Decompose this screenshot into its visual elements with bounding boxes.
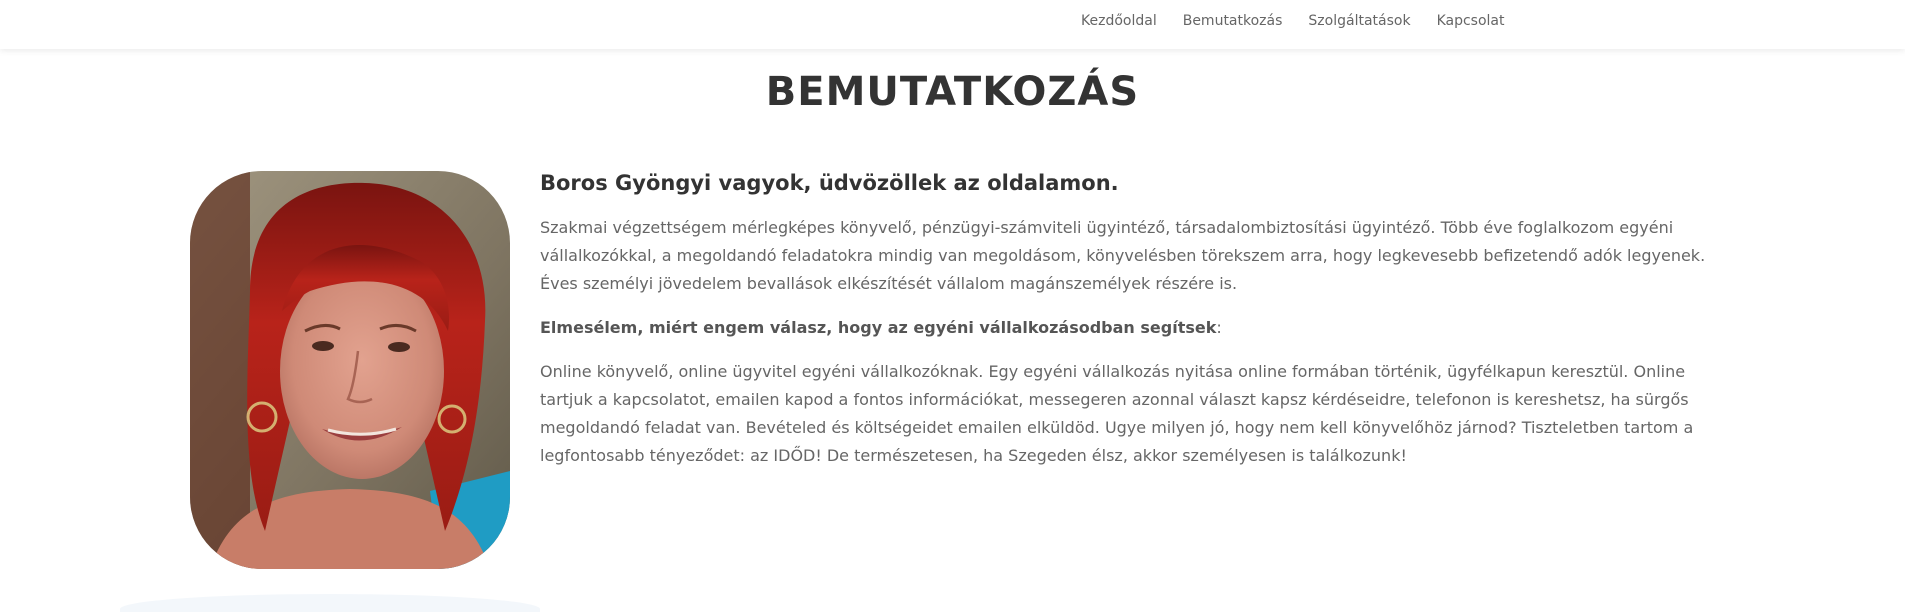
menu-item-szolgaltatasok[interactable]: Szolgáltatások <box>1308 13 1410 29</box>
top-navigation-bar: Kezdőoldal Bemutatkozás Szolgáltatások K… <box>0 0 1905 49</box>
menu-item-bemutatkozas[interactable]: Bemutatkozás <box>1183 13 1283 29</box>
intro-content: Boros Gyöngyi vagyok, üdvözöllek az olda… <box>540 168 1715 486</box>
decorative-divider <box>120 594 540 612</box>
menu-item-kapcsolat[interactable]: Kapcsolat <box>1437 13 1505 29</box>
why-choose-paragraph: Elmesélem, miért engem válasz, hogy az e… <box>540 314 1715 342</box>
main-menu: Kezdőoldal Bemutatkozás Szolgáltatások K… <box>1081 13 1504 29</box>
why-choose-colon: : <box>1216 318 1222 337</box>
profile-photo <box>190 171 510 569</box>
online-service-paragraph: Online könyvelő, online ügyvitel egyéni … <box>540 362 1694 465</box>
page-title: BEMUTATKOZÁS <box>765 69 1140 115</box>
qualification-paragraph: Szakmai végzettségem mérlegképes könyvel… <box>540 218 1706 293</box>
menu-item-kezdooldal[interactable]: Kezdőoldal <box>1081 13 1157 29</box>
why-choose-bold-text: Elmesélem, miért engem válasz, hogy az e… <box>540 318 1217 337</box>
intro-heading: Boros Gyöngyi vagyok, üdvözöllek az olda… <box>540 171 1119 195</box>
